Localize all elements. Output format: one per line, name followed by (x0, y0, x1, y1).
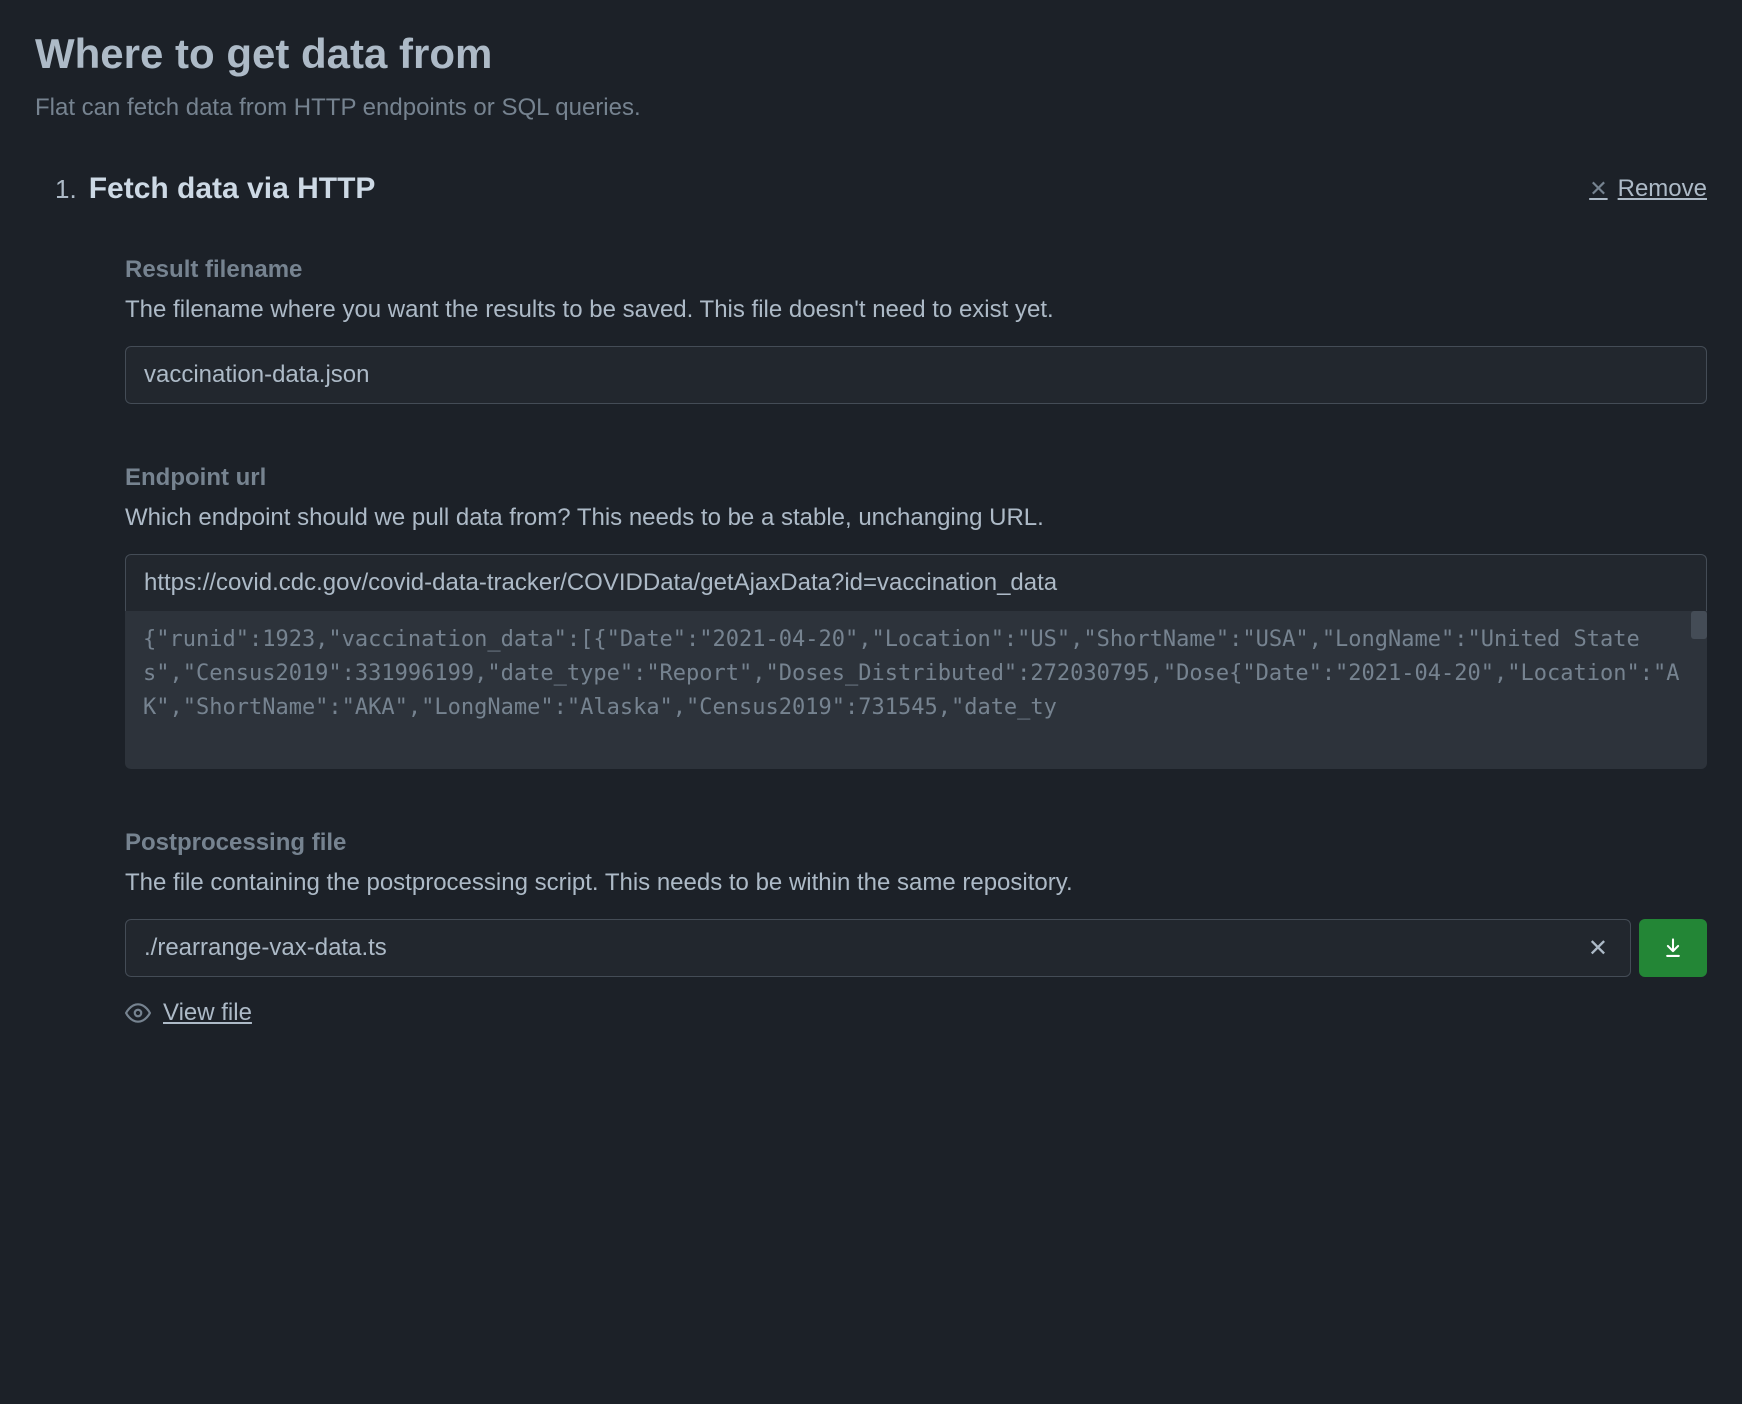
endpoint-url-input[interactable] (125, 554, 1707, 611)
result-filename-desc: The filename where you want the results … (125, 296, 1707, 324)
close-icon: ✕ (1589, 176, 1607, 202)
download-icon (1662, 937, 1684, 959)
clear-button[interactable]: ✕ (1566, 934, 1630, 963)
postprocess-desc: The file containing the postprocessing s… (125, 869, 1707, 897)
remove-button[interactable]: ✕ Remove (1589, 175, 1707, 203)
endpoint-preview: {"runid":1923,"vaccination_data":[{"Date… (125, 611, 1707, 769)
view-file-link[interactable]: View file (163, 999, 252, 1027)
result-filename-label: Result filename (125, 256, 1707, 284)
endpoint-label: Endpoint url (125, 464, 1707, 492)
eye-icon (125, 1000, 151, 1026)
postprocess-group: Postprocessing file The file containing … (125, 829, 1707, 1027)
remove-label: Remove (1618, 175, 1707, 203)
page-subtitle: Flat can fetch data from HTTP endpoints … (35, 94, 1707, 122)
close-icon: ✕ (1588, 935, 1608, 962)
step-title: Fetch data via HTTP (89, 172, 376, 206)
scrollbar-thumb[interactable] (1691, 611, 1707, 639)
endpoint-group: Endpoint url Which endpoint should we pu… (125, 464, 1707, 769)
step-header: 1. Fetch data via HTTP ✕ Remove (35, 172, 1707, 206)
result-filename-input[interactable] (125, 346, 1707, 404)
endpoint-desc: Which endpoint should we pull data from?… (125, 504, 1707, 532)
step-number: 1. (55, 174, 77, 205)
page-title: Where to get data from (35, 30, 1707, 78)
result-filename-group: Result filename The filename where you w… (125, 256, 1707, 404)
postprocess-label: Postprocessing file (125, 829, 1707, 857)
download-button[interactable] (1639, 919, 1707, 977)
postprocess-file-input[interactable] (126, 920, 1566, 976)
